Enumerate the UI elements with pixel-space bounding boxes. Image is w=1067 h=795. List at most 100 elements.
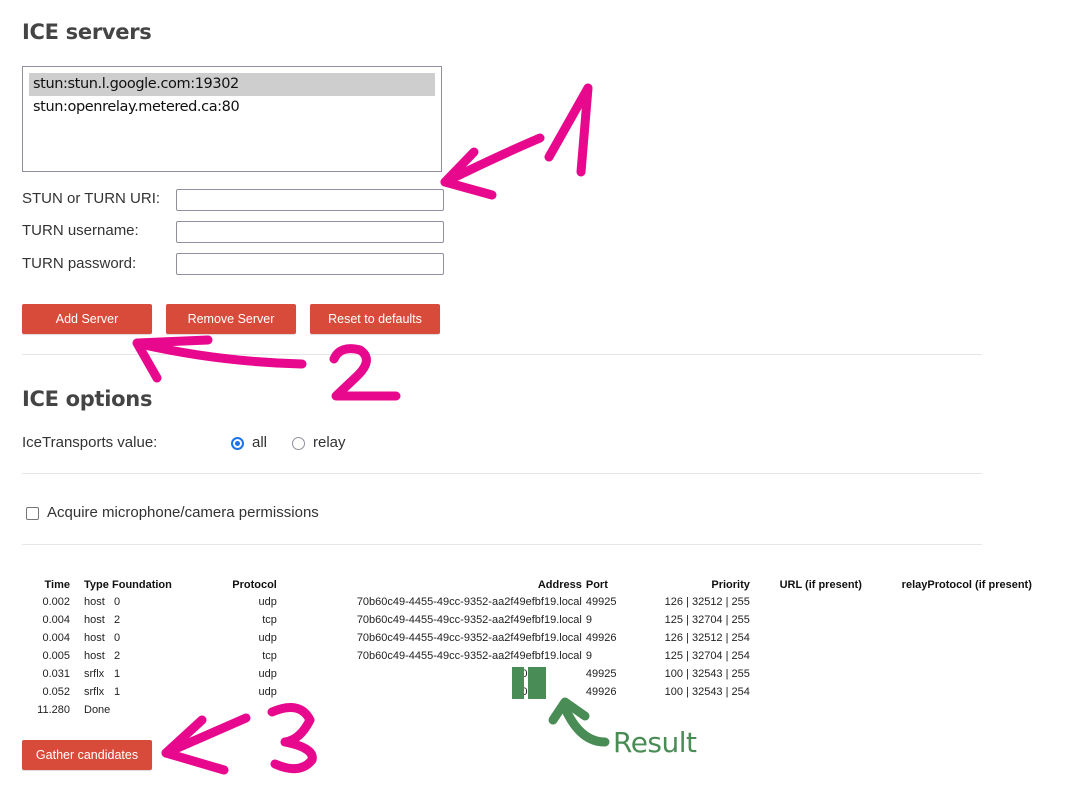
gather-candidates-button[interactable]: Gather candidates bbox=[22, 740, 152, 770]
cell-url bbox=[752, 647, 864, 665]
candidate-row: 0.004 host 2 tcp 70b60c49-4455-49cc-9352-aa2… bbox=[30, 611, 1034, 629]
cell-port: 49925 bbox=[585, 596, 617, 608]
cell-foundation: 2 bbox=[114, 650, 121, 662]
cell-port: 9 bbox=[585, 614, 592, 626]
cell-port: 49926 bbox=[585, 686, 617, 698]
cell-relay-protocol bbox=[864, 629, 1034, 647]
cell-protocol: udp bbox=[258, 632, 277, 644]
cell-port: 49925 bbox=[585, 668, 617, 680]
done-row: 11.280 Done bbox=[30, 701, 1034, 719]
cell-url bbox=[752, 611, 864, 629]
header-time: Time bbox=[44, 579, 70, 591]
radio-relay-label[interactable]: relay bbox=[313, 434, 346, 451]
remove-server-button[interactable]: Remove Server bbox=[166, 304, 296, 334]
cell-relay-protocol bbox=[864, 665, 1034, 683]
stun-turn-uri-input[interactable] bbox=[176, 189, 444, 211]
cell-address: 70b60c49-4455-49cc-9352-aa2f49efbf19.loc… bbox=[356, 650, 582, 662]
candidate-row: 0.002 host 0 udp 70b60c49-4455-49cc-9352-aa2… bbox=[30, 593, 1034, 611]
radio-all[interactable] bbox=[231, 437, 244, 450]
cell-relay-protocol bbox=[864, 593, 1034, 611]
cell-type: srflx bbox=[84, 668, 105, 680]
cell-priority: 100 | 32543 | 254 bbox=[664, 686, 750, 698]
cell-priority: 126 | 32512 | 255 bbox=[664, 596, 750, 608]
acquire-permissions-label[interactable]: Acquire microphone/camera permissions bbox=[47, 504, 319, 521]
turn-password-label: TURN password: bbox=[22, 255, 137, 272]
cell-priority: 100 | 32543 | 255 bbox=[664, 668, 750, 680]
cell-port: 49926 bbox=[585, 632, 617, 644]
header-priority: Priority bbox=[711, 579, 750, 591]
table-header-row: Time Type Foundation Protocol Address Po… bbox=[30, 577, 1034, 593]
cell-address: 70b60c49-4455-49cc-9352-aa2f49efbf19.loc… bbox=[356, 632, 582, 644]
candidate-row: 0.005 host 2 tcp 70b60c49-4455-49cc-9352-aa2… bbox=[30, 647, 1034, 665]
cell-type: host bbox=[84, 596, 105, 608]
cell-url bbox=[752, 629, 864, 647]
cell-foundation: 0 bbox=[114, 632, 121, 644]
add-server-button[interactable]: Add Server bbox=[22, 304, 152, 334]
cell-foundation: 1 bbox=[114, 668, 121, 680]
section-divider bbox=[22, 544, 982, 545]
cell-address: 70b60c49-4455-49cc-9352-aa2f49efbf19.loc… bbox=[356, 596, 582, 608]
cell-relay-protocol bbox=[864, 683, 1034, 701]
ice-server-list[interactable]: stun:stun.l.google.com:19302 stun:openre… bbox=[22, 66, 442, 172]
cell-relay-protocol bbox=[864, 647, 1034, 665]
candidate-row: 0.004 host 0 udp 70b60c49-4455-49cc-9352-aa2… bbox=[30, 629, 1034, 647]
header-address: Address bbox=[537, 579, 582, 591]
cell-time: 0.005 bbox=[42, 650, 70, 662]
reset-to-defaults-button[interactable]: Reset to defaults bbox=[310, 304, 440, 334]
annotation-arrow-3-head bbox=[161, 715, 229, 775]
cell-time: 11.280 bbox=[37, 704, 70, 716]
cell-foundation: 0 bbox=[114, 596, 121, 608]
turn-username-label: TURN username: bbox=[22, 222, 139, 239]
cell-time: 0.004 bbox=[42, 632, 70, 644]
cell-priority: 126 | 32512 | 254 bbox=[664, 632, 750, 644]
cell-type: host bbox=[84, 614, 105, 626]
cell-type: srflx bbox=[84, 686, 105, 698]
cell-time: 0.052 bbox=[42, 686, 70, 698]
redaction-block bbox=[528, 667, 546, 699]
section-divider bbox=[22, 354, 982, 355]
cell-address: 70b60c49-4455-49cc-9352-aa2f49efbf19.loc… bbox=[356, 614, 582, 626]
turn-username-input[interactable] bbox=[176, 221, 444, 243]
header-foundation: Foundation bbox=[112, 579, 172, 591]
cell-protocol: udp bbox=[258, 596, 277, 608]
server-option[interactable]: stun:openrelay.metered.ca:80 bbox=[29, 96, 435, 119]
cell-time: 0.031 bbox=[42, 668, 70, 680]
section-divider bbox=[22, 473, 982, 474]
cell-foundation: 1 bbox=[114, 686, 121, 698]
redaction-block bbox=[512, 667, 524, 699]
cell-port: 9 bbox=[585, 650, 592, 662]
cell-time: 0.004 bbox=[42, 614, 70, 626]
cell-protocol: udp bbox=[258, 668, 277, 680]
annotation-arrow-1-head bbox=[440, 147, 497, 200]
ice-transports-label: IceTransports value: bbox=[22, 434, 158, 451]
radio-relay[interactable] bbox=[292, 437, 305, 450]
header-protocol: Protocol bbox=[232, 579, 277, 591]
cell-url bbox=[752, 665, 864, 683]
cell-priority: 125 | 32704 | 255 bbox=[664, 614, 750, 626]
cell-protocol: tcp bbox=[262, 614, 277, 626]
annotation-result-label: Result bbox=[613, 726, 697, 759]
header-relay-protocol: relayProtocol (if present) bbox=[901, 579, 1032, 591]
cell-type: host bbox=[84, 650, 105, 662]
annotation-arrow-1 bbox=[440, 133, 545, 187]
acquire-permissions-checkbox[interactable] bbox=[26, 507, 39, 520]
ice-servers-heading: ICE servers bbox=[22, 20, 152, 44]
annotation-digit-2 bbox=[329, 344, 401, 401]
cell-foundation: 2 bbox=[114, 614, 121, 626]
server-option[interactable]: stun:stun.l.google.com:19302 bbox=[29, 73, 435, 96]
annotation-arrow-3 bbox=[161, 713, 251, 758]
cell-relay-protocol bbox=[864, 611, 1034, 629]
header-type: Type bbox=[84, 579, 109, 591]
cell-url bbox=[752, 593, 864, 611]
cell-time: 0.002 bbox=[42, 596, 70, 608]
cell-priority: 125 | 32704 | 254 bbox=[664, 650, 750, 662]
annotation-arrow-2-head bbox=[132, 335, 213, 383]
cell-type: host bbox=[84, 632, 105, 644]
ice-options-heading: ICE options bbox=[22, 387, 153, 411]
header-port: Port bbox=[585, 579, 608, 591]
cell-url bbox=[752, 683, 864, 701]
radio-all-label[interactable]: all bbox=[252, 434, 267, 451]
header-url: URL (if present) bbox=[779, 579, 862, 591]
cell-protocol: udp bbox=[258, 686, 277, 698]
turn-password-input[interactable] bbox=[176, 253, 444, 275]
